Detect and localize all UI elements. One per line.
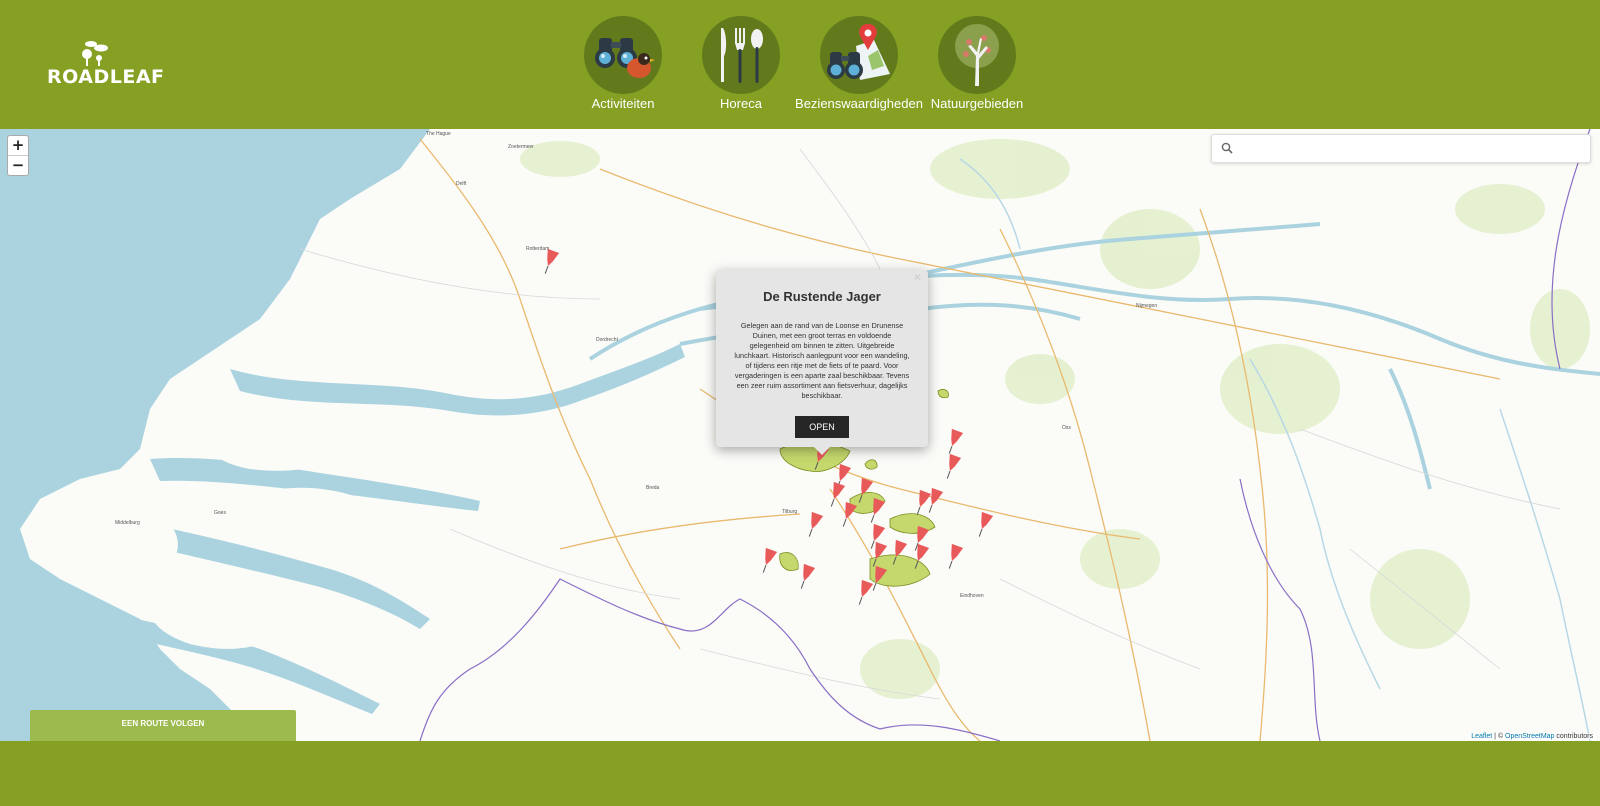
popup-close-button[interactable]: ×	[914, 270, 921, 284]
footer	[0, 741, 1600, 806]
map-marker-pin	[762, 547, 778, 573]
map-marker-pin	[858, 477, 874, 503]
popup-tip	[814, 447, 830, 455]
map-marker-pin	[870, 497, 886, 523]
map-marker-pin	[978, 511, 994, 537]
map-marker-pin	[948, 543, 964, 569]
nav-circle	[702, 16, 780, 94]
search-bar	[1211, 134, 1591, 163]
map-marker-pin	[872, 541, 888, 567]
roadleaf-logo[interactable]: ROADLEAF	[47, 38, 164, 90]
tree-icon	[955, 24, 999, 86]
nav-circle	[820, 16, 898, 94]
osm-link[interactable]: OpenStreetMap	[1505, 733, 1554, 740]
cutlery-icon	[721, 28, 763, 83]
popup-title: De Rustende Jager	[763, 289, 881, 304]
map-popup: × De Rustende Jager Gelegen aan de rand …	[716, 270, 928, 455]
map-marker-pin	[948, 428, 964, 454]
popup-description: Gelegen aan de rand van de Loonse en Dru…	[734, 321, 910, 400]
attribution-separator: | ©	[1492, 733, 1506, 740]
leaflet-link[interactable]: Leaflet	[1471, 733, 1492, 740]
header: ROADLEAF Activiteiten Horeca Bezienswaar…	[0, 0, 1600, 129]
map-marker-pin	[892, 539, 908, 565]
map-marker-pin	[858, 579, 874, 605]
nav-label: Natuurgebieden	[930, 96, 1024, 111]
binoculars-map-pin-icon	[827, 24, 890, 80]
map-marker-pin	[544, 248, 560, 274]
binoculars-bird-icon	[595, 38, 655, 78]
logo-mark-icon	[82, 41, 108, 66]
map-marker-pin	[830, 481, 846, 507]
map-marker-pin	[928, 487, 944, 513]
map-attribution: Leaflet | © OpenStreetMap contributors	[1468, 733, 1596, 740]
brand-name: ROADLEAF	[47, 66, 165, 88]
map-marker-pin	[800, 563, 816, 589]
nav-circle	[938, 16, 1016, 94]
search-icon	[1221, 142, 1233, 154]
map-marker-pin	[914, 543, 930, 569]
nav-circle	[584, 16, 662, 94]
map-marker-pin	[808, 511, 824, 537]
map-marker-pin	[842, 501, 858, 527]
nav-bezienswaardigheden[interactable]: Bezienswaardigheden	[794, 16, 924, 111]
follow-route-button[interactable]: EEN ROUTE VOLGEN	[30, 710, 296, 741]
zoom-out-button[interactable]: −	[8, 155, 28, 175]
map-marker-pin	[872, 565, 888, 591]
map-marker-pin	[916, 489, 932, 515]
attribution-suffix: contributors	[1554, 733, 1593, 740]
map-marker-pin	[946, 453, 962, 479]
zoom-in-button[interactable]: +	[8, 136, 28, 155]
nav-label: Bezienswaardigheden	[795, 96, 923, 111]
nav-label: Activiteiten	[591, 96, 655, 111]
zoom-control: + −	[7, 135, 29, 176]
nav-horeca[interactable]: Horeca	[676, 16, 806, 111]
nav-label: Horeca	[720, 96, 762, 111]
popup-open-button[interactable]: OPEN	[795, 416, 849, 438]
search-input[interactable]	[1238, 139, 1582, 159]
nav-activiteiten[interactable]: Activiteiten	[558, 16, 688, 111]
nav-natuurgebieden[interactable]: Natuurgebieden	[912, 16, 1042, 111]
map[interactable]: The Hague Zoetermeer Delft Rotterdam Dor…	[0, 129, 1600, 741]
